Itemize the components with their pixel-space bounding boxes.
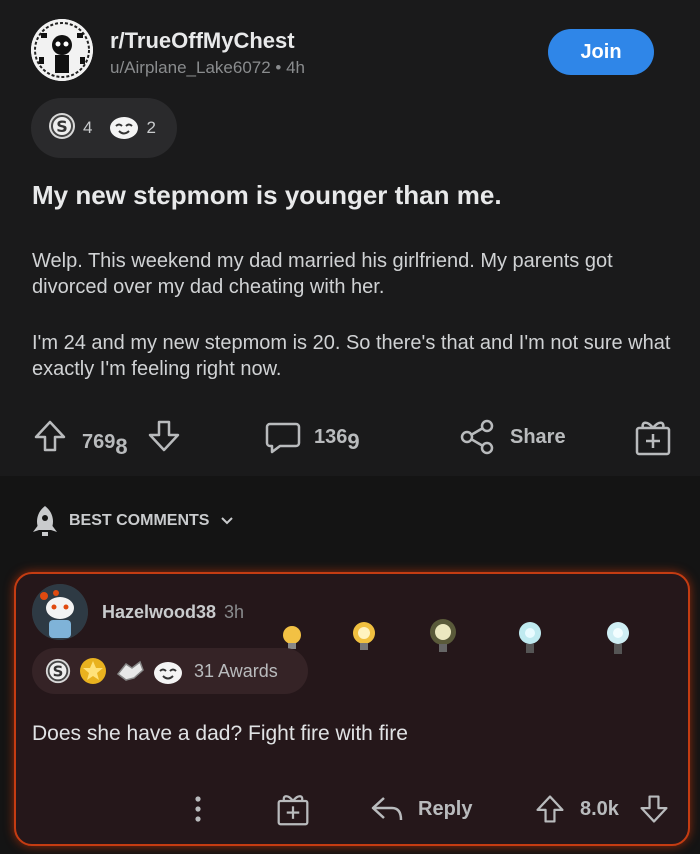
comment-give-award-button[interactable] xyxy=(276,792,310,826)
post-awards[interactable]: S 4 2 xyxy=(31,98,177,158)
vote-count: 769 8 xyxy=(82,424,128,460)
comment-time: 3h xyxy=(224,602,245,622)
comment-score: 8.0k xyxy=(580,798,619,820)
share-label: Share xyxy=(510,425,566,448)
comment-downvote-button[interactable] xyxy=(638,792,670,826)
comment-upvote-button[interactable] xyxy=(534,792,566,826)
post-paragraph: I'm 24 and my new stepmom is 20. So ther… xyxy=(32,332,671,380)
vote-count-main: 769 xyxy=(82,430,116,453)
downvote-icon xyxy=(640,795,668,823)
comment-icon xyxy=(265,422,301,454)
more-vertical-icon xyxy=(195,796,201,822)
comment-count-sub: 9 xyxy=(347,429,360,454)
upvote-icon xyxy=(536,795,564,823)
gold-star-award-icon xyxy=(80,658,106,684)
comments-button[interactable]: 136 9 xyxy=(264,418,360,456)
comment-card: Hazelwood38 3h S 31 Awards Does she have… xyxy=(14,572,690,846)
chevron-down-icon xyxy=(221,517,234,525)
post-actions: 769 8 136 9 Share xyxy=(0,414,700,462)
rocket-icon xyxy=(33,506,57,536)
comment-text: Does she have a dad? Fight fire with fir… xyxy=(32,722,408,745)
upvote-icon xyxy=(34,420,66,452)
vote-count-sub: 8 xyxy=(115,434,128,459)
svg-text:S: S xyxy=(53,663,64,681)
subreddit-avatar[interactable] xyxy=(31,19,93,81)
wholesome-award-icon xyxy=(108,111,140,146)
share-button[interactable]: Share xyxy=(458,418,566,456)
subreddit-name[interactable]: r/TrueOffMyChest xyxy=(110,28,295,54)
comment-sort-dropdown[interactable]: BEST COMMENTS xyxy=(31,504,235,538)
join-button[interactable]: Join xyxy=(548,29,654,75)
commenter-avatar[interactable] xyxy=(32,584,88,640)
comment-actions: Reply 8.0k xyxy=(16,788,692,832)
more-options-button[interactable] xyxy=(192,794,204,824)
svg-text:S: S xyxy=(56,117,68,136)
upvote-button[interactable] xyxy=(32,418,68,454)
comment-count-main: 136 xyxy=(314,425,348,448)
post-card: r/TrueOffMyChest u/Airplane_Lake6072 • 4… xyxy=(0,0,700,476)
share-icon xyxy=(460,419,494,455)
reply-button[interactable]: Reply xyxy=(370,794,472,824)
lightbulb-icon xyxy=(607,622,629,654)
handshake-award-icon xyxy=(116,660,144,681)
post-body: Welp. This weekend my dad married his gi… xyxy=(32,248,682,412)
give-award-button[interactable] xyxy=(634,418,672,456)
silver-award-icon: S xyxy=(45,658,71,684)
sort-label: BEST COMMENTS xyxy=(69,512,210,529)
lightbulb-icon xyxy=(430,619,456,652)
comment-username[interactable]: Hazelwood38 xyxy=(102,602,216,623)
gift-icon xyxy=(277,795,309,826)
lightbulb-icon xyxy=(353,622,375,650)
post-meta[interactable]: u/Airplane_Lake6072 • 4h xyxy=(110,58,305,78)
gift-icon xyxy=(635,421,671,456)
wholesome-award-icon xyxy=(154,662,182,684)
downvote-button[interactable] xyxy=(146,418,182,454)
lightbulb-icon xyxy=(519,622,541,653)
downvote-icon xyxy=(148,420,180,452)
post-title[interactable]: My new stepmom is younger than me. xyxy=(32,180,672,211)
wholesome-award-count: 2 xyxy=(146,118,156,137)
silver-award-icon: S xyxy=(47,111,77,146)
awards-count-label: 31 Awards xyxy=(194,660,278,681)
post-paragraph: Welp. This weekend my dad married his gi… xyxy=(32,250,613,298)
silver-award-count: 4 xyxy=(83,118,93,137)
comment-awards[interactable]: S 31 Awards xyxy=(32,648,308,694)
reply-label: Reply xyxy=(418,797,473,820)
reply-icon xyxy=(371,797,403,821)
